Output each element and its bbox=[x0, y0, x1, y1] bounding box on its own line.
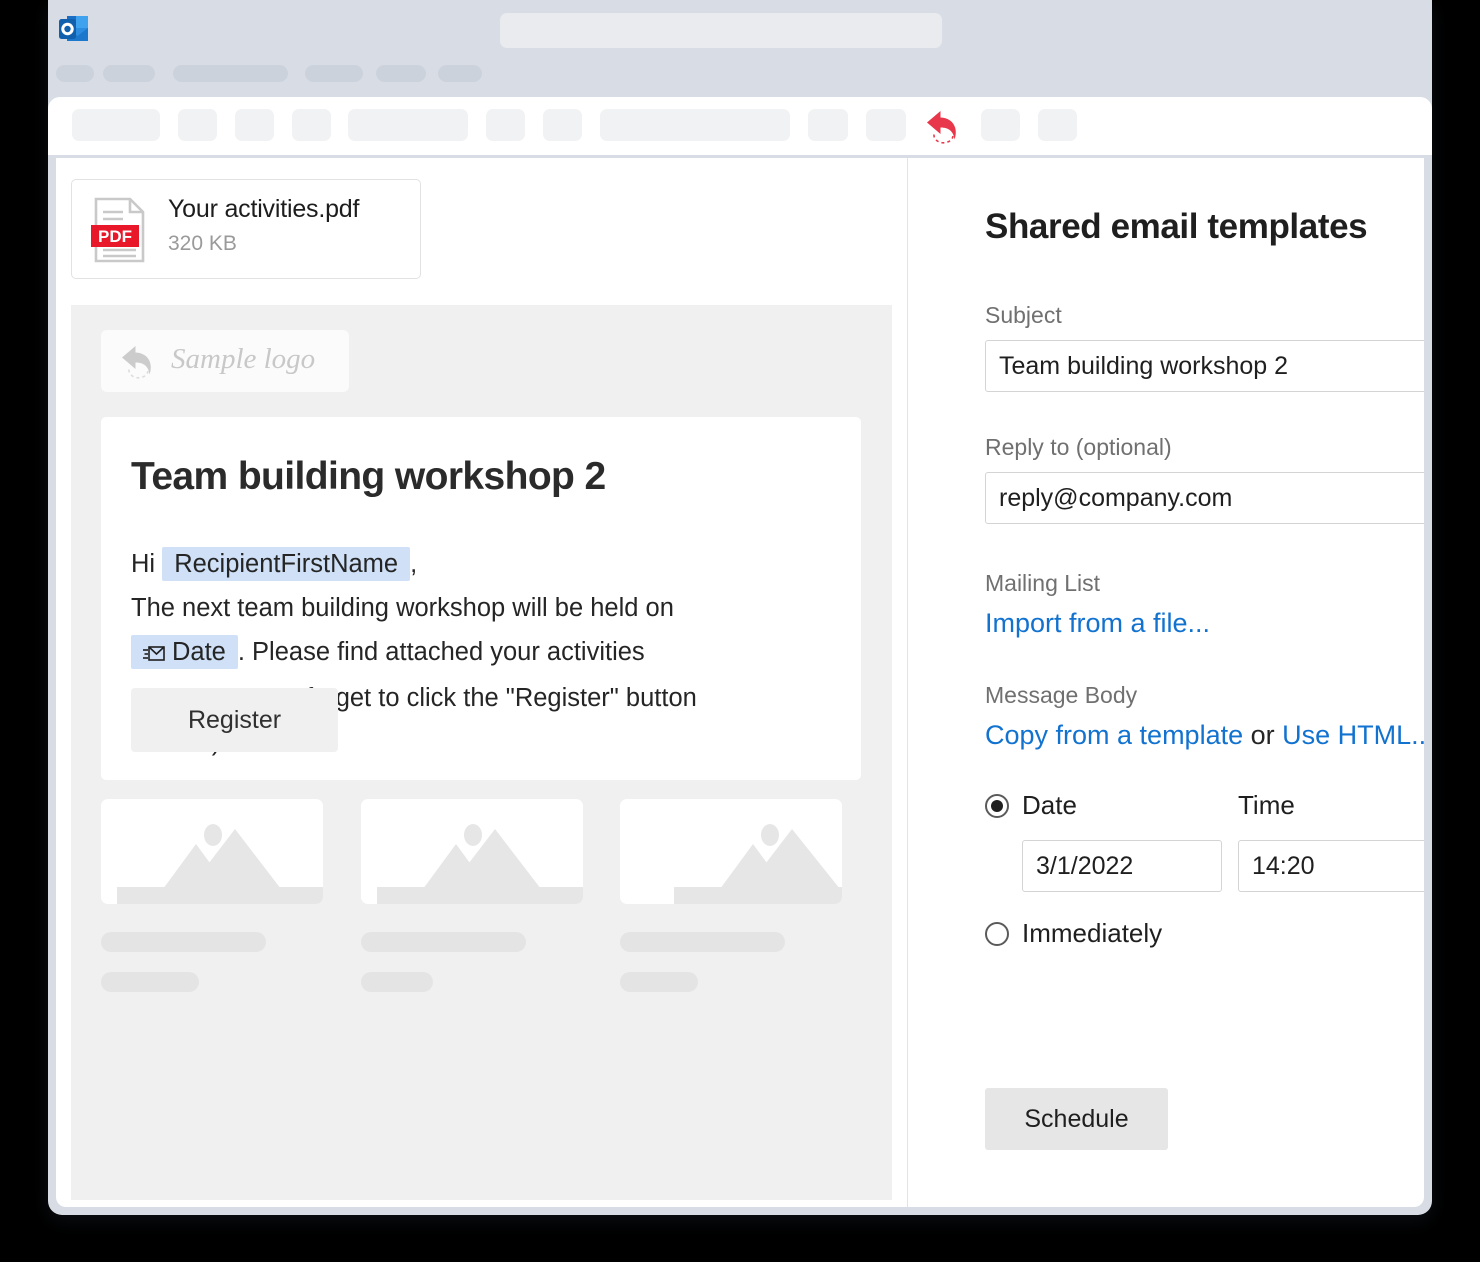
thumbnail-text-bar-2 bbox=[361, 972, 433, 992]
immediately-radio-option[interactable]: Immediately bbox=[985, 918, 1162, 949]
panel-title: Shared email templates bbox=[985, 207, 1367, 247]
email-title: Team building workshop 2 bbox=[131, 455, 606, 499]
nav-pill-4[interactable] bbox=[305, 65, 363, 82]
body-line-2: The next team building workshop will be … bbox=[131, 594, 674, 622]
thumbnail-text-bar-2 bbox=[620, 972, 698, 992]
time-label: Time bbox=[1238, 790, 1295, 821]
ribbon-button-6[interactable] bbox=[486, 109, 525, 141]
email-body-card: Team building workshop 2 Hi RecipientFir… bbox=[101, 417, 861, 780]
nav-pill-1[interactable] bbox=[56, 65, 94, 82]
or-text: or bbox=[1251, 720, 1275, 750]
thumbnail-item[interactable] bbox=[620, 799, 842, 904]
thumbnail-text-bar-1 bbox=[101, 932, 266, 952]
attachment-filesize: 320 KB bbox=[168, 232, 237, 256]
ribbon-button-1[interactable] bbox=[72, 109, 160, 141]
nav-pill-3[interactable] bbox=[173, 65, 288, 82]
image-placeholder-icon bbox=[101, 799, 323, 904]
register-button[interactable]: Register bbox=[131, 688, 338, 752]
ribbon-button-10[interactable] bbox=[866, 109, 906, 141]
ribbon-button-4[interactable] bbox=[292, 109, 331, 141]
ribbon-button-2[interactable] bbox=[178, 109, 217, 141]
thumbnail-text-bar-1 bbox=[620, 932, 785, 952]
email-preview-canvas: Sample logo Team building workshop 2 Hi … bbox=[71, 305, 892, 1200]
ribbon-button-12[interactable] bbox=[981, 109, 1020, 141]
email-logo-block: Sample logo bbox=[101, 330, 349, 392]
mailing-list-label: Mailing List bbox=[985, 570, 1100, 597]
macro-recipient-first-name[interactable]: RecipientFirstName bbox=[162, 547, 410, 581]
body-line-3: . Please find attached your activities bbox=[238, 638, 645, 666]
svg-text:PDF: PDF bbox=[98, 227, 132, 246]
envelope-icon bbox=[143, 632, 165, 676]
image-placeholder-icon bbox=[620, 799, 842, 904]
thumbnail-text-bar-1 bbox=[361, 932, 526, 952]
subject-label: Subject bbox=[985, 302, 1062, 329]
mail-compose-pane: PDF Your activities.pdf 320 KB Sample lo… bbox=[56, 158, 907, 1207]
import-from-file-link-row: Import from a file... bbox=[985, 608, 1210, 639]
immediately-radio-label: Immediately bbox=[1022, 918, 1162, 949]
app-header bbox=[48, 0, 1432, 97]
body-greeting: Hi bbox=[131, 550, 155, 578]
reply-to-input[interactable] bbox=[985, 472, 1424, 524]
subject-input[interactable] bbox=[985, 340, 1424, 392]
message-body-links-row: Copy from a template or Use HTML... bbox=[985, 720, 1424, 751]
schedule-button[interactable]: Schedule bbox=[985, 1088, 1168, 1150]
time-input[interactable] bbox=[1238, 840, 1424, 892]
copy-from-template-link[interactable]: Copy from a template bbox=[985, 720, 1243, 750]
reply-arrow-logo-icon bbox=[118, 342, 158, 380]
pdf-file-icon: PDF bbox=[90, 195, 152, 265]
date-radio-option[interactable]: Date bbox=[985, 790, 1077, 821]
content-area: PDF Your activities.pdf 320 KB Sample lo… bbox=[56, 158, 1424, 1207]
ribbon-button-8[interactable] bbox=[600, 109, 790, 141]
ribbon-button-3[interactable] bbox=[235, 109, 274, 141]
ribbon-button-13[interactable] bbox=[1038, 109, 1077, 141]
date-radio-label: Date bbox=[1022, 790, 1077, 821]
nav-pill-2[interactable] bbox=[103, 65, 155, 82]
ribbon-button-9[interactable] bbox=[808, 109, 848, 141]
ribbon-toolbar bbox=[48, 97, 1432, 155]
nav-pill-5[interactable] bbox=[376, 65, 426, 82]
macro-date[interactable]: Date bbox=[131, 635, 238, 669]
attachment-filename: Your activities.pdf bbox=[168, 195, 359, 224]
use-html-link[interactable]: Use HTML... bbox=[1282, 720, 1424, 750]
radio-immediately-icon[interactable] bbox=[985, 922, 1009, 946]
reply-to-label: Reply to (optional) bbox=[985, 434, 1172, 461]
shared-email-templates-pane: Shared email templates Subject Reply to … bbox=[908, 158, 1424, 1207]
date-input[interactable] bbox=[1022, 840, 1222, 892]
thumbnail-item[interactable] bbox=[101, 799, 323, 904]
shared-email-templates-reply-arrow-icon[interactable] bbox=[923, 107, 963, 145]
image-placeholder-icon bbox=[361, 799, 583, 904]
outlook-window: PDF Your activities.pdf 320 KB Sample lo… bbox=[48, 0, 1432, 1215]
thumbnail-text-bar-2 bbox=[101, 972, 199, 992]
thumbnail-item[interactable] bbox=[361, 799, 583, 904]
macro-date-label: Date bbox=[172, 638, 226, 666]
email-logo-text: Sample logo bbox=[171, 343, 315, 376]
ribbon-button-5[interactable] bbox=[348, 109, 468, 141]
body-comma: , bbox=[410, 550, 417, 578]
ribbon-button-7[interactable] bbox=[543, 109, 582, 141]
search-input[interactable] bbox=[500, 13, 942, 48]
radio-date-icon[interactable] bbox=[985, 794, 1009, 818]
outlook-logo-icon bbox=[56, 10, 94, 48]
import-from-file-link[interactable]: Import from a file... bbox=[985, 608, 1210, 638]
nav-pill-6[interactable] bbox=[438, 65, 482, 82]
message-body-label: Message Body bbox=[985, 682, 1137, 709]
attachment-card[interactable]: PDF Your activities.pdf 320 KB bbox=[71, 179, 421, 279]
